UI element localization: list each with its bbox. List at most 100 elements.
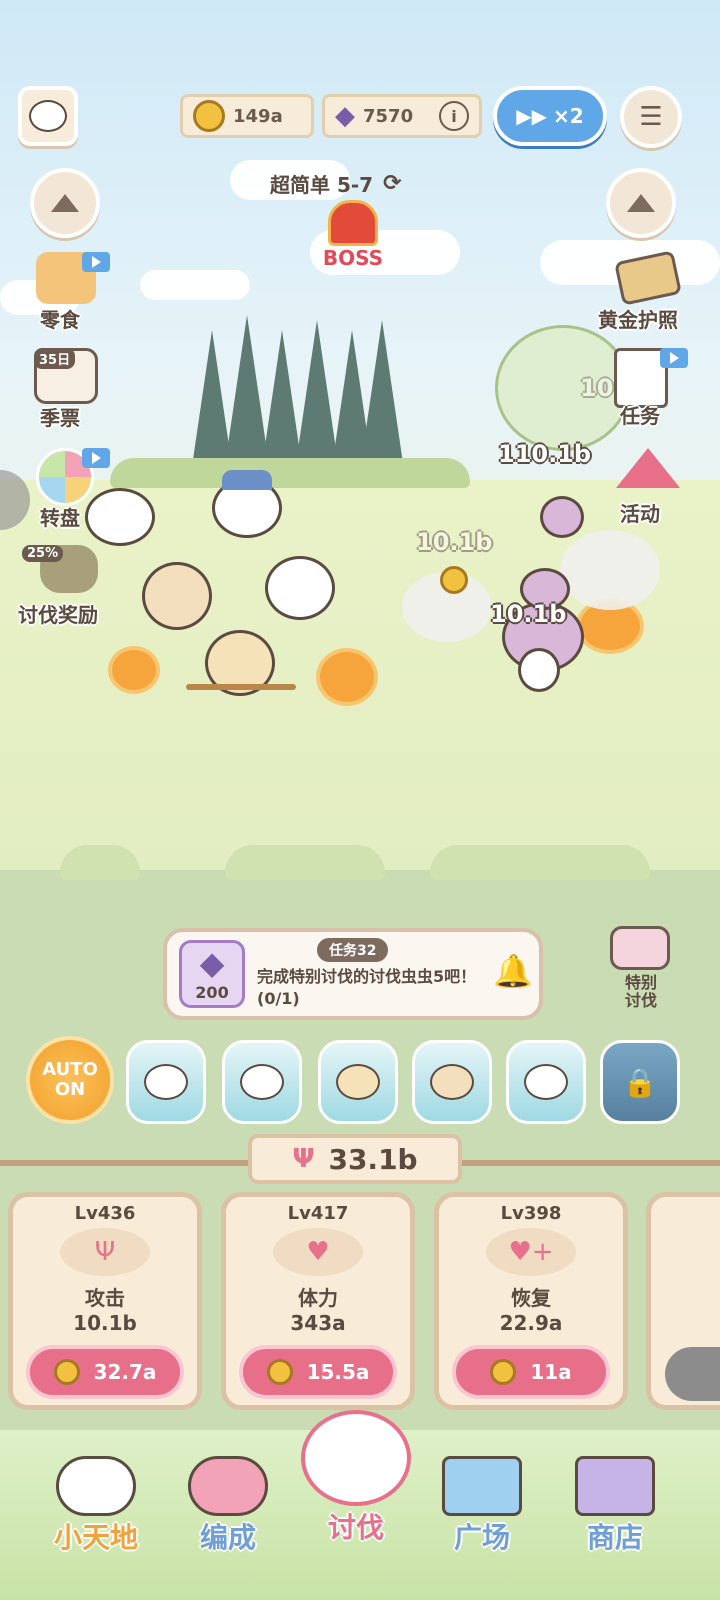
- damage-number: 10.1b: [490, 600, 567, 628]
- coin-icon: [193, 100, 225, 132]
- total-power-banner: Ψ 33.1b: [248, 1134, 462, 1184]
- collapse-right-button[interactable]: [606, 168, 676, 238]
- character-portrait: [336, 1064, 380, 1100]
- signpost-icon: [442, 1456, 522, 1516]
- snack-label: 零食: [40, 308, 80, 332]
- hit-effect: [320, 652, 374, 702]
- upgrade-level: Lv417: [287, 1203, 349, 1224]
- upgrade-card-attack: Lv436 Ψ 攻击 10.1b 32.7a: [8, 1192, 202, 1410]
- circus-tent-icon: [616, 448, 680, 488]
- team-icon: [188, 1456, 268, 1516]
- info-icon[interactable]: i: [439, 101, 469, 131]
- auto-battle-toggle[interactable]: AUTO ON: [26, 1036, 114, 1124]
- ally-character: [265, 556, 335, 620]
- hunt-character-icon: [301, 1410, 411, 1506]
- hunt-reward-button[interactable]: 25% 讨伐奖励: [18, 545, 128, 627]
- nav-home[interactable]: 小天地: [40, 1456, 152, 1556]
- refresh-icon[interactable]: ⟳: [383, 171, 401, 196]
- list-menu-icon: ☰: [639, 102, 663, 132]
- upgrade-name: 体力: [298, 1286, 338, 1310]
- nav-team[interactable]: 编成: [178, 1456, 278, 1556]
- flower-bush: [430, 845, 650, 880]
- season-days-badge: 35日: [34, 348, 76, 369]
- ticket-icon: [614, 250, 682, 306]
- siren-icon: [328, 200, 378, 246]
- golden-passport-button[interactable]: 黄金护照: [596, 250, 696, 332]
- staff-weapon: [186, 684, 296, 690]
- team-slot[interactable]: [126, 1040, 206, 1124]
- upgrade-buy-button[interactable]: 32.7a: [26, 1345, 184, 1399]
- collapse-left-button[interactable]: [30, 168, 100, 238]
- bug-enemy: [518, 648, 560, 692]
- damage-number: 110.1b: [498, 440, 592, 468]
- nav-hunt[interactable]: 讨伐: [286, 1410, 426, 1546]
- character-portrait: [430, 1064, 474, 1100]
- triangle-up-icon: [627, 194, 655, 212]
- reward-progress-badge: 25%: [22, 545, 64, 562]
- character-portrait: [524, 1064, 568, 1100]
- nav-label: 小天地: [53, 1521, 138, 1554]
- upgrade-buy-button[interactable]: 11a: [452, 1345, 610, 1399]
- snack-button[interactable]: 零食: [26, 252, 116, 332]
- nav-plaza[interactable]: 广场: [432, 1456, 532, 1556]
- team-slot[interactable]: [222, 1040, 302, 1124]
- nav-shop[interactable]: 商店: [560, 1456, 670, 1556]
- bug-enemy: [540, 496, 584, 538]
- upgrade-card-stamina: Lv417 ♥ 体力 343a 15.5a: [221, 1192, 415, 1410]
- avatar-icon: [29, 100, 67, 132]
- locked-team-slot[interactable]: 🔒: [600, 1040, 680, 1124]
- menu-button[interactable]: ☰: [620, 86, 682, 148]
- cloud: [140, 270, 250, 300]
- power-icon: Ψ: [292, 1144, 315, 1174]
- quest-description: 完成特别讨伐的讨伐虫虫5吧！(0/1): [257, 967, 477, 1008]
- boss-label: BOSS: [322, 246, 384, 270]
- roulette-label: 转盘: [40, 506, 80, 530]
- upgrade-card-recovery: Lv398 ♥+ 恢复 22.9a 11a: [434, 1192, 628, 1410]
- triangle-up-icon: [51, 194, 79, 212]
- damage-number: 10.1b: [416, 528, 493, 556]
- quest-card[interactable]: ◆ 200 任务32 完成特别讨伐的讨伐虫虫5吧！(0/1) 🔔: [163, 928, 543, 1020]
- stage-label: 超简单 5-7: [270, 172, 374, 197]
- special-hunt-button[interactable]: 特别 讨伐: [596, 926, 686, 1018]
- coin-drop-icon: [440, 566, 468, 594]
- auto-label: AUTO: [42, 1059, 98, 1080]
- coin-amount: 149a: [233, 105, 283, 127]
- auto-state: ON: [54, 1079, 86, 1100]
- speed-button[interactable]: ▶▶ ×2: [493, 86, 607, 146]
- event-button[interactable]: 活动: [606, 448, 696, 528]
- quest-reward-amount: 200: [195, 983, 229, 1002]
- coin-counter: 149a: [180, 94, 314, 138]
- lock-icon: 🔒: [622, 1065, 658, 1099]
- team-slot[interactable]: [506, 1040, 586, 1124]
- upgrade-buy-button-disabled[interactable]: [665, 1347, 720, 1401]
- upgrade-buy-button[interactable]: 15.5a: [239, 1345, 397, 1399]
- gem-icon: ◆: [199, 944, 225, 982]
- upgrade-level: Lv398: [500, 1203, 562, 1224]
- team-slot[interactable]: [318, 1040, 398, 1124]
- nav-label: 讨伐: [327, 1511, 384, 1544]
- helmet-icon: [222, 470, 272, 490]
- upgrade-value: 343a: [290, 1311, 346, 1335]
- smoke-effect: [560, 530, 660, 610]
- upgrade-value: 22.9a: [499, 1311, 563, 1335]
- task-button[interactable]: 任务: [606, 348, 696, 430]
- heart-icon: ♥: [273, 1228, 363, 1276]
- team-slot[interactable]: [412, 1040, 492, 1124]
- fast-forward-icon: ▶▶: [516, 104, 548, 128]
- gem-amount: 7570: [363, 105, 414, 127]
- season-pass-button[interactable]: 35日 季票: [26, 348, 116, 430]
- gem-icon: ◆: [335, 101, 355, 131]
- profile-avatar-button[interactable]: [18, 86, 78, 146]
- boss-button[interactable]: BOSS: [322, 200, 384, 270]
- upgrade-cost: 15.5a: [306, 1360, 370, 1384]
- hunt-reward-label: 讨伐奖励: [18, 603, 98, 627]
- nav-label: 商店: [586, 1521, 643, 1554]
- nav-label: 广场: [453, 1521, 510, 1554]
- heart-plus-icon: ♥+: [486, 1228, 576, 1276]
- damage-number: 10: [580, 374, 614, 402]
- coin-icon: [53, 1359, 80, 1385]
- video-ad-icon: [660, 348, 688, 368]
- season-pass-label: 季票: [40, 406, 80, 430]
- golden-passport-label: 黄金护照: [598, 308, 678, 332]
- pine-tree: [360, 320, 404, 470]
